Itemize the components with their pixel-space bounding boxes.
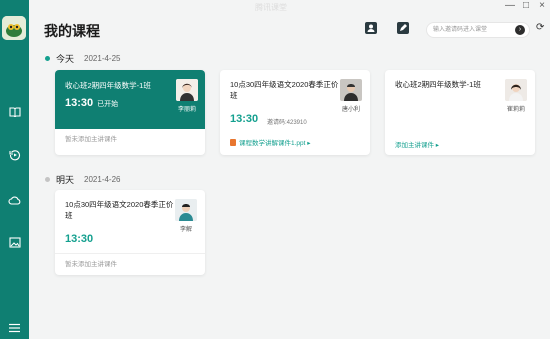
day-header-today: 今天 2021-4-25 <box>45 52 121 65</box>
courseware-status: 暂未添加主讲课件 <box>55 253 205 275</box>
teacher-avatar <box>175 199 197 221</box>
ppt-file-icon <box>230 139 236 146</box>
course-title: 收心班2期四年级数学-1班 <box>395 80 481 89</box>
course-card[interactable]: 10点30四年级语文2020春季正价班 13:30 邀请码:423910 唐小利… <box>220 70 370 155</box>
window-controls: — □ × <box>502 0 550 14</box>
day-dot <box>45 177 50 182</box>
course-card[interactable]: 收心班2期四年级数学-1班 崔莉莉 添加主讲课件 ▸ <box>385 70 535 155</box>
day-label: 今天 <box>56 54 75 64</box>
cloud-icon[interactable] <box>6 191 23 208</box>
teacher-name: 唐小利 <box>341 107 360 113</box>
teacher-avatar <box>505 79 527 101</box>
day-dot <box>45 56 50 61</box>
teacher-avatar <box>340 79 362 101</box>
enter-class-button[interactable]: › <box>515 25 525 35</box>
courseware-status: 暂未添加主讲课件 <box>65 136 117 143</box>
course-time: 13:30 已开始 <box>65 97 118 109</box>
course-title: 收心班2期四年级数学-1班 <box>65 81 151 90</box>
status-text: 已开始 <box>97 101 119 108</box>
teacher-name: 李丽莉 <box>177 107 196 113</box>
page-title: 我的课程 <box>44 23 100 39</box>
course-card[interactable]: 收心班2期四年级数学-1班 13:30 已开始 李丽莉 暂未添加主讲课件 <box>55 70 205 155</box>
course-title: 10点30四年级语文2020春季正价班 <box>65 200 174 220</box>
window-title: 腾讯课堂 <box>255 3 287 12</box>
add-courseware-link[interactable]: 添加主讲课件 ▸ <box>395 139 439 149</box>
teacher-name: 李解 <box>179 227 192 233</box>
course-time: 13:30 <box>230 113 259 125</box>
day-date: 2021-4-25 <box>84 54 121 63</box>
menu-icon[interactable] <box>6 319 23 336</box>
sidebar <box>0 0 29 339</box>
app-logo[interactable] <box>2 16 26 40</box>
course-time: 13:30 <box>65 233 94 245</box>
teacher-avatar <box>176 79 198 101</box>
refresh-icon[interactable]: ⟳ <box>536 22 544 33</box>
day-label: 明天 <box>56 175 75 185</box>
invite-code: 邀请码:423910 <box>267 120 307 126</box>
minimize-button[interactable]: — <box>502 0 518 14</box>
book-icon[interactable] <box>6 103 23 120</box>
time-text: 13:30 <box>65 97 94 109</box>
playback-icon[interactable] <box>6 146 23 163</box>
contacts-icon[interactable] <box>364 21 378 35</box>
courseware-file-link[interactable]: 课程数学讲解课件1.ppt ▸ <box>230 137 311 147</box>
picture-icon[interactable] <box>6 234 23 251</box>
close-button[interactable]: × <box>534 0 550 14</box>
maximize-button[interactable]: □ <box>518 0 534 14</box>
edit-icon[interactable] <box>396 21 410 35</box>
day-header-tomorrow: 明天 2021-4-26 <box>45 173 121 186</box>
courseware-file-name: 课程数学讲解课件1.ppt <box>239 140 306 147</box>
add-courseware-text: 添加主讲课件 <box>395 142 434 149</box>
course-card[interactable]: 10点30四年级语文2020春季正价班 13:30 李解 暂未添加主讲课件 <box>55 190 205 275</box>
course-title: 10点30四年级语文2020春季正价班 <box>230 80 339 100</box>
teacher-name: 崔莉莉 <box>506 107 525 113</box>
day-date: 2021-4-26 <box>84 175 121 184</box>
